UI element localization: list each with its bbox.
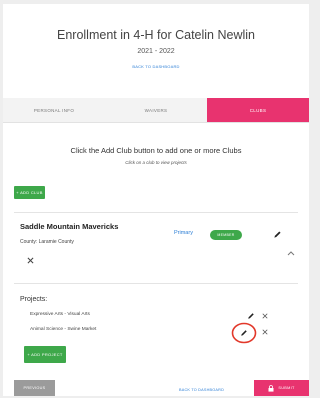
projects-divider [14, 283, 298, 284]
enrollment-card: Enrollment in 4-H for Catelin Newlin 202… [3, 4, 309, 396]
clubs-subinstruction: Click on a club to view projects [125, 160, 187, 165]
add-club-button[interactable]: + ADD CLUB [14, 186, 45, 199]
club-section-divider [14, 212, 298, 213]
project-item: Expressive Arts - Visual Arts [30, 312, 90, 317]
tab-personal-info[interactable]: PERSONAL INFO [3, 98, 105, 122]
pencil-icon[interactable] [271, 228, 283, 240]
submit-label: SUBMIT [278, 386, 295, 390]
page-header: Enrollment in 4-H for Catelin Newlin 202… [3, 4, 309, 94]
enrollment-tabs: PERSONAL INFO WAIVERS CLUBS [3, 98, 309, 122]
previous-button[interactable]: PREVIOUS [14, 380, 55, 396]
close-icon[interactable] [25, 255, 36, 266]
tab-clubs[interactable]: CLUBS [207, 98, 309, 122]
tab-divider [3, 122, 309, 123]
footer-back-to-dashboard-link[interactable]: BACK TO DASHBOARD [179, 388, 224, 392]
submit-button[interactable]: SUBMIT [254, 380, 309, 396]
page-title: Enrollment in 4-H for Catelin Newlin [57, 28, 255, 42]
add-project-button[interactable]: + ADD PROJECT [24, 346, 66, 363]
project-item: Animal Science - Swine Market [30, 327, 97, 332]
close-icon[interactable] [260, 311, 270, 321]
club-name: Saddle Mountain Mavericks [20, 222, 119, 231]
club-county: County: Laramie County [20, 239, 74, 245]
clubs-instruction: Click the Add Club button to add one or … [70, 146, 242, 155]
pencil-icon[interactable] [239, 328, 249, 338]
status-badge: MEMBER [210, 230, 242, 240]
enrollment-years: 2021 - 2022 [137, 48, 175, 55]
back-to-dashboard-link[interactable]: BACK TO DASHBOARD [3, 64, 309, 69]
projects-heading: Projects: [20, 296, 48, 303]
tab-waivers[interactable]: WAIVERS [105, 98, 207, 122]
lock-icon [268, 384, 274, 392]
primary-label: Primary [174, 230, 193, 236]
page-footer: PREVIOUS BACK TO DASHBOARD SUBMIT [3, 376, 309, 396]
close-icon[interactable] [260, 327, 270, 337]
chevron-up-icon[interactable] [286, 248, 296, 258]
pencil-icon[interactable] [246, 311, 256, 321]
